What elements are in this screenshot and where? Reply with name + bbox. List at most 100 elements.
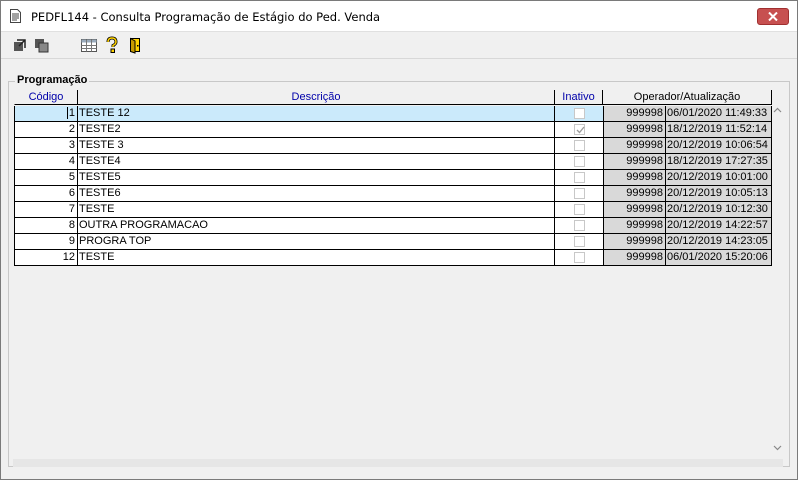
- exit-door-icon: [130, 37, 140, 54]
- table-row[interactable]: 4 TESTE4 999998 18/12/2019 17:27:35: [13, 154, 773, 170]
- descricao-cell[interactable]: TESTE5: [78, 170, 555, 186]
- codigo-value: 7: [68, 203, 75, 215]
- codigo-cell[interactable]: 12: [14, 250, 78, 266]
- operador-cell: 999998: [603, 106, 666, 122]
- codigo-cell[interactable]: 7: [14, 202, 78, 218]
- column-header-inativo[interactable]: Inativo: [555, 90, 603, 105]
- descricao-cell[interactable]: PROGRA TOP: [78, 234, 555, 250]
- atualizacao-cell: 20/12/2019 10:06:54: [666, 138, 772, 154]
- codigo-cell[interactable]: 6: [14, 186, 78, 202]
- check-icon: [576, 126, 585, 134]
- help-button[interactable]: [103, 36, 121, 54]
- inativo-checkbox[interactable]: [574, 108, 585, 119]
- atualizacao-cell: 18/12/2019 17:27:35: [666, 154, 772, 170]
- atualizacao-cell: 06/01/2020 11:49:33: [666, 106, 772, 122]
- column-header-descricao[interactable]: Descrição: [78, 90, 555, 105]
- operador-cell: 999998: [603, 170, 666, 186]
- inativo-checkbox[interactable]: [574, 172, 585, 183]
- table-row[interactable]: 12 TESTE 999998 06/01/2020 15:20:06: [13, 250, 773, 266]
- codigo-value: 9: [68, 235, 75, 247]
- table-row[interactable]: 3 TESTE 3 999998 20/12/2019 10:06:54: [13, 138, 773, 154]
- codigo-cell[interactable]: 1: [14, 106, 78, 122]
- atualizacao-cell: 06/01/2020 15:20:06: [666, 250, 772, 266]
- descricao-cell[interactable]: TESTE 12: [78, 106, 555, 122]
- codigo-cell[interactable]: 2: [14, 122, 78, 138]
- atualizacao-cell: 20/12/2019 10:05:13: [666, 186, 772, 202]
- toolbar: [1, 31, 797, 59]
- inativo-cell[interactable]: [555, 234, 603, 250]
- table-row[interactable]: 7 TESTE 999998 20/12/2019 10:12:30: [13, 202, 773, 218]
- table-row[interactable]: 5 TESTE5 999998 20/12/2019 10:01:00: [13, 170, 773, 186]
- inativo-checkbox[interactable]: [574, 252, 585, 263]
- operador-cell: 999998: [603, 218, 666, 234]
- inativo-cell[interactable]: [555, 250, 603, 266]
- window-title: PEDFL144 - Consulta Programação de Estág…: [31, 10, 381, 24]
- descricao-cell[interactable]: OUTRA PROGRAMACAO: [78, 218, 555, 234]
- close-button[interactable]: [757, 8, 789, 25]
- inativo-cell[interactable]: [555, 138, 603, 154]
- operador-cell: 999998: [603, 234, 666, 250]
- inativo-checkbox[interactable]: [574, 236, 585, 247]
- inativo-cell[interactable]: [555, 154, 603, 170]
- atualizacao-cell: 20/12/2019 14:22:57: [666, 218, 772, 234]
- inativo-cell[interactable]: [555, 218, 603, 234]
- inativo-cell[interactable]: [555, 122, 603, 138]
- table-button[interactable]: [80, 36, 98, 54]
- copy-icon: [35, 39, 49, 53]
- descricao-cell[interactable]: TESTE4: [78, 154, 555, 170]
- table-row[interactable]: 2 TESTE2 999998 18/12/2019 11:52:14: [13, 122, 773, 138]
- scroll-up-arrow-icon[interactable]: [773, 107, 782, 113]
- table-row[interactable]: 6 TESTE6 999998 20/12/2019 10:05:13: [13, 186, 773, 202]
- horizontal-scrollbar[interactable]: [13, 459, 783, 467]
- codigo-cell[interactable]: 3: [14, 138, 78, 154]
- inativo-cell[interactable]: [555, 106, 603, 122]
- codigo-cell[interactable]: 9: [14, 234, 78, 250]
- codigo-cell[interactable]: 8: [14, 218, 78, 234]
- codigo-value: 8: [68, 219, 75, 231]
- table-row[interactable]: 1 TESTE 12 999998 06/01/2020 11:49:33: [13, 106, 773, 122]
- inativo-checkbox[interactable]: [574, 204, 585, 215]
- inativo-cell[interactable]: [555, 170, 603, 186]
- descricao-cell[interactable]: TESTE: [78, 250, 555, 266]
- atualizacao-cell: 18/12/2019 11:52:14: [666, 122, 772, 138]
- inativo-cell[interactable]: [555, 186, 603, 202]
- inativo-checkbox[interactable]: [574, 140, 585, 151]
- title-bar: PEDFL144 - Consulta Programação de Estág…: [1, 1, 797, 32]
- close-icon: [768, 12, 778, 21]
- operador-cell: 999998: [603, 186, 666, 202]
- table-row[interactable]: 8 OUTRA PROGRAMACAO 999998 20/12/2019 14:22…: [13, 218, 773, 234]
- inativo-checkbox[interactable]: [574, 124, 585, 135]
- codigo-cell[interactable]: 4: [14, 154, 78, 170]
- copy-button[interactable]: [33, 36, 51, 54]
- operador-cell: 999998: [603, 202, 666, 218]
- inativo-checkbox[interactable]: [574, 220, 585, 231]
- atualizacao-cell: 20/12/2019 10:12:30: [666, 202, 772, 218]
- table-icon: [81, 39, 97, 52]
- atualizacao-cell: 20/12/2019 10:01:00: [666, 170, 772, 186]
- descricao-cell[interactable]: TESTE6: [78, 186, 555, 202]
- operador-cell: 999998: [603, 250, 666, 266]
- text-caret: [66, 107, 68, 120]
- inativo-checkbox[interactable]: [574, 188, 585, 199]
- codigo-value: 4: [68, 155, 75, 167]
- inativo-cell[interactable]: [555, 202, 603, 218]
- operador-cell: 999998: [603, 154, 666, 170]
- inativo-checkbox[interactable]: [574, 156, 585, 167]
- scroll-down-arrow-icon[interactable]: [773, 445, 782, 451]
- export-icon: [14, 39, 26, 51]
- codigo-value: 5: [68, 171, 75, 183]
- codigo-value: 6: [68, 187, 75, 199]
- descricao-cell[interactable]: TESTE 3: [78, 138, 555, 154]
- document-icon: [10, 9, 21, 23]
- exit-button[interactable]: [126, 36, 144, 54]
- operador-cell: 999998: [603, 138, 666, 154]
- descricao-cell[interactable]: TESTE: [78, 202, 555, 218]
- descricao-cell[interactable]: TESTE2: [78, 122, 555, 138]
- column-header-codigo[interactable]: Código: [14, 90, 78, 105]
- export-button[interactable]: [11, 36, 29, 54]
- table-row[interactable]: 9 PROGRA TOP 999998 20/12/2019 14:23:05: [13, 234, 773, 250]
- codigo-value: 3: [68, 139, 75, 151]
- codigo-cell[interactable]: 5: [14, 170, 78, 186]
- column-header-operador[interactable]: Operador/Atualização: [603, 90, 772, 105]
- operador-cell: 999998: [603, 122, 666, 138]
